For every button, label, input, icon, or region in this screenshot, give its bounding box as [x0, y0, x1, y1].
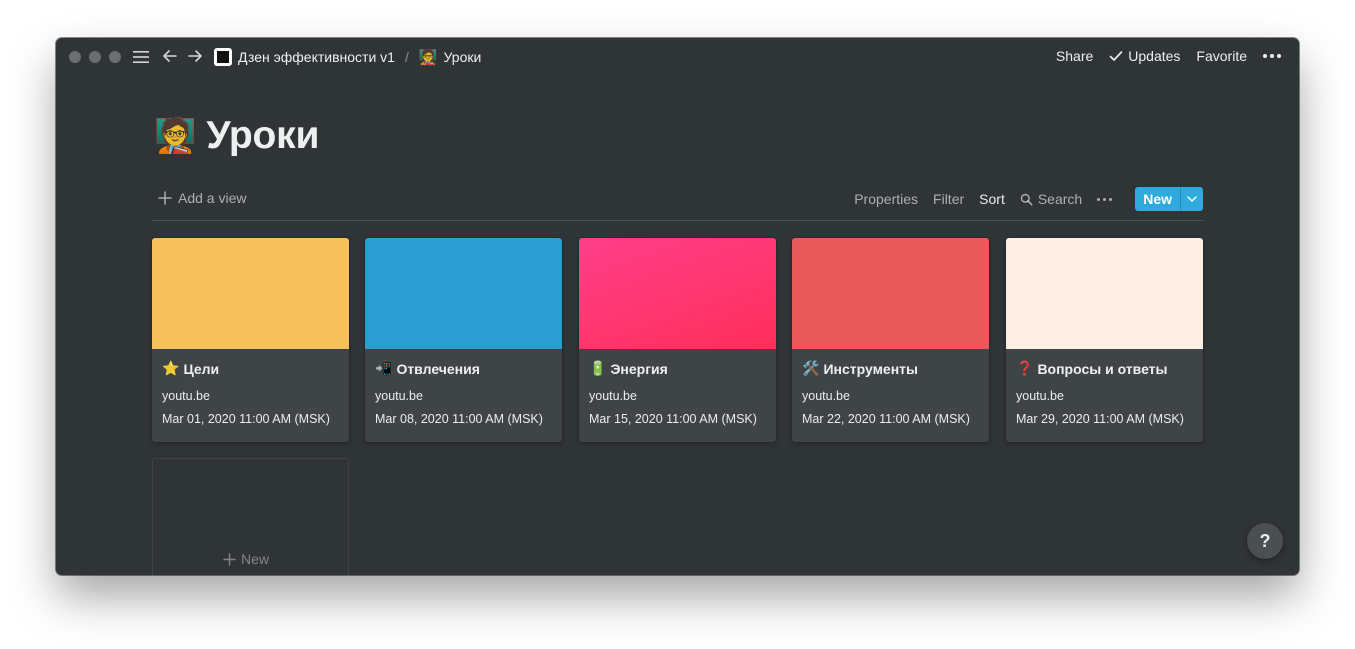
plus-icon: [158, 191, 172, 205]
zoom-window-button[interactable]: [109, 51, 121, 63]
card-cover: [792, 238, 989, 349]
close-window-button[interactable]: [69, 51, 81, 63]
card-title-text: Инструменты: [823, 360, 918, 377]
new-button[interactable]: New: [1135, 187, 1180, 211]
teacher-emoji-icon: 🧑‍🏫: [418, 48, 438, 66]
card-cover: [579, 238, 776, 349]
database-toolbar: Add a view Properties Filter Sort Search…: [152, 187, 1203, 221]
toolbar-more-icon[interactable]: [1097, 197, 1113, 201]
card-title: ⭐ Цели: [162, 360, 219, 377]
card-date: Mar 15, 2020 11:00 AM (MSK): [589, 412, 757, 426]
window-controls: [69, 51, 121, 63]
gallery-card[interactable]: ❓ Вопросы и ответы youtu.be Mar 29, 2020…: [1006, 238, 1203, 442]
card-cover: [365, 238, 562, 349]
gallery-card[interactable]: 🛠️ Инструменты youtu.be Mar 22, 2020 11:…: [792, 238, 989, 442]
app-window: Дзен эффективности v1 / 🧑‍🏫 Уроки Share …: [56, 38, 1299, 575]
updates-button[interactable]: Updates: [1109, 48, 1180, 64]
card-date: Mar 29, 2020 11:00 AM (MSK): [1016, 412, 1184, 426]
help-button[interactable]: ?: [1247, 523, 1283, 559]
page-header: 🧑‍🏫 Уроки: [154, 114, 319, 158]
card-title-text: Цели: [183, 360, 220, 377]
new-card-button[interactable]: New: [152, 458, 349, 575]
gallery-card[interactable]: 📲 Отвлечения youtu.be Mar 08, 2020 11:00…: [365, 238, 562, 442]
card-title: 📲 Отвлечения: [375, 360, 480, 377]
top-bar: Дзен эффективности v1 / 🧑‍🏫 Уроки Share …: [56, 38, 1299, 76]
filter-button[interactable]: Filter: [933, 191, 964, 207]
tools-icon: 🛠️: [802, 360, 820, 376]
minimize-window-button[interactable]: [89, 51, 101, 63]
search-icon: [1020, 193, 1033, 205]
new-dropdown-button[interactable]: [1180, 187, 1203, 211]
gallery-card[interactable]: ⭐ Цели youtu.be Mar 01, 2020 11:00 AM (M…: [152, 238, 349, 442]
question-mark-icon: ❓: [1016, 360, 1034, 376]
card-date: Mar 01, 2020 11:00 AM (MSK): [162, 412, 330, 426]
sort-button[interactable]: Sort: [979, 191, 1005, 207]
card-link[interactable]: youtu.be: [802, 389, 850, 403]
star-icon: ⭐: [162, 360, 180, 376]
card-cover: [152, 238, 349, 349]
add-view-label: Add a view: [178, 190, 247, 206]
phone-icon: 📲: [375, 360, 393, 376]
back-arrow-icon[interactable]: [161, 47, 179, 65]
card-link[interactable]: youtu.be: [162, 389, 210, 403]
breadcrumb: Дзен эффективности v1 / 🧑‍🏫 Уроки: [214, 48, 481, 66]
breadcrumb-page[interactable]: Уроки: [444, 49, 482, 65]
favorite-button[interactable]: Favorite: [1196, 48, 1247, 64]
card-cover: [1006, 238, 1203, 349]
toolbar-actions: Properties Filter Sort Search New: [854, 187, 1203, 211]
card-date: Mar 22, 2020 11:00 AM (MSK): [802, 412, 970, 426]
new-card-label: New: [241, 551, 270, 567]
checkmark-icon: [1109, 51, 1123, 61]
search-label: Search: [1037, 191, 1083, 207]
forward-arrow-icon[interactable]: [186, 47, 204, 65]
workspace-icon: [214, 48, 232, 66]
card-title-text: Отвлечения: [396, 360, 480, 377]
new-button-group: New: [1135, 187, 1203, 211]
more-options-icon[interactable]: [1263, 54, 1281, 58]
card-link[interactable]: youtu.be: [589, 389, 637, 403]
top-actions: Share Updates Favorite: [1056, 48, 1281, 64]
card-title-text: Энергия: [610, 360, 668, 377]
card-title: 🛠️ Инструменты: [802, 360, 918, 377]
share-button[interactable]: Share: [1056, 48, 1093, 64]
page-emoji-icon[interactable]: 🧑‍🏫: [154, 119, 196, 153]
search-button[interactable]: Search: [1020, 191, 1082, 207]
gallery-card[interactable]: 🔋 Энергия youtu.be Mar 15, 2020 11:00 AM…: [579, 238, 776, 442]
breadcrumb-separator: /: [404, 49, 409, 65]
breadcrumb-workspace[interactable]: Дзен эффективности v1: [238, 49, 395, 65]
add-view-button[interactable]: Add a view: [158, 190, 246, 206]
card-title: ❓ Вопросы и ответы: [1016, 360, 1168, 377]
properties-button[interactable]: Properties: [854, 191, 918, 207]
hamburger-menu-icon[interactable]: [132, 49, 150, 65]
updates-label: Updates: [1128, 48, 1181, 64]
new-card-label-group: New: [223, 551, 269, 567]
card-date: Mar 08, 2020 11:00 AM (MSK): [375, 412, 543, 426]
chevron-down-icon: [1187, 196, 1197, 202]
card-link[interactable]: youtu.be: [375, 389, 423, 403]
page-title[interactable]: Уроки: [206, 114, 319, 158]
battery-icon: 🔋: [589, 360, 607, 376]
card-title-text: Вопросы и ответы: [1037, 360, 1168, 377]
plus-icon: [223, 552, 236, 566]
card-link[interactable]: youtu.be: [1016, 389, 1064, 403]
card-title: 🔋 Энергия: [589, 360, 668, 377]
